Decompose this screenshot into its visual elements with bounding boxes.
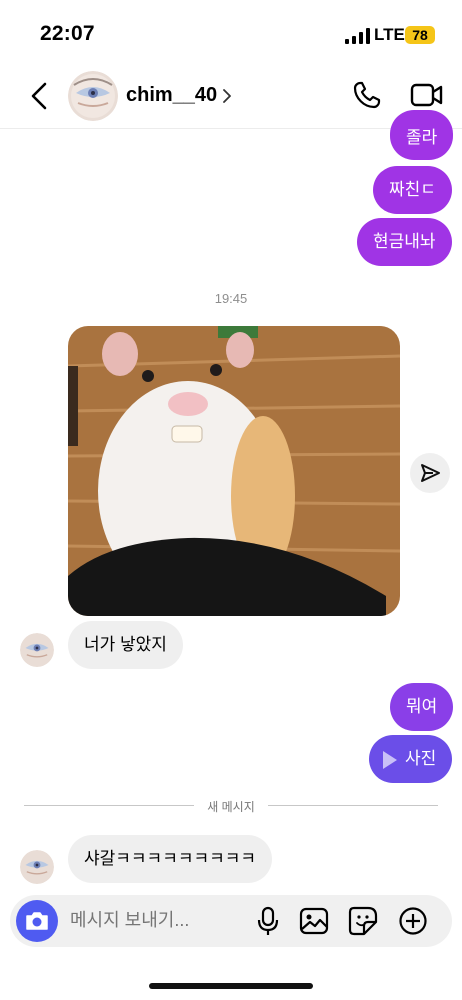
incoming-message[interactable]: 샤갈ㅋㅋㅋㅋㅋㅋㅋㅋㅋ bbox=[68, 835, 273, 883]
microphone-icon[interactable] bbox=[253, 906, 283, 936]
avatar-illustration bbox=[20, 633, 54, 667]
contact-avatar[interactable] bbox=[68, 71, 118, 121]
share-button[interactable] bbox=[410, 453, 450, 493]
phone-icon[interactable] bbox=[352, 80, 382, 110]
sender-avatar[interactable] bbox=[20, 850, 54, 884]
send-icon bbox=[421, 464, 440, 482]
gallery-icon[interactable] bbox=[299, 906, 329, 936]
incoming-message[interactable]: 너가 낳았지 bbox=[68, 621, 183, 669]
video-camera-icon[interactable] bbox=[410, 80, 444, 110]
message-timestamp: 19:45 bbox=[214, 291, 248, 306]
add-icon[interactable] bbox=[398, 906, 428, 936]
message-input[interactable] bbox=[70, 910, 240, 931]
sender-avatar[interactable] bbox=[20, 633, 54, 667]
new-messages-divider: 새 메시지 bbox=[207, 800, 255, 814]
camera-button[interactable] bbox=[16, 900, 58, 942]
contact-username[interactable]: chim__40 bbox=[126, 84, 217, 107]
media-label: 사진 bbox=[405, 749, 437, 768]
outgoing-message[interactable]: 졸라 bbox=[390, 110, 454, 160]
avatar-illustration bbox=[20, 850, 54, 884]
network-type: LTE bbox=[374, 25, 405, 44]
back-chevron-icon[interactable] bbox=[28, 82, 50, 110]
status-time: 22:07 bbox=[40, 22, 95, 45]
guinea-pig-photo bbox=[68, 326, 400, 616]
play-icon bbox=[383, 750, 397, 769]
camera-icon bbox=[26, 912, 48, 930]
chevron-right-icon[interactable] bbox=[221, 89, 233, 103]
home-indicator[interactable] bbox=[149, 983, 313, 989]
outgoing-message[interactable]: 현금내놔 bbox=[357, 218, 452, 266]
outgoing-media-message[interactable]: 사진 bbox=[369, 735, 453, 783]
cellular-signal-icon bbox=[345, 28, 370, 44]
outgoing-message[interactable]: 뭐여 bbox=[390, 683, 454, 731]
sticker-icon[interactable] bbox=[348, 906, 378, 936]
outgoing-message[interactable]: 짜친ㄷ bbox=[373, 166, 452, 214]
photo-message[interactable] bbox=[68, 326, 400, 616]
avatar-illustration bbox=[68, 71, 118, 121]
battery-icon: 78 bbox=[405, 26, 435, 44]
divider-line bbox=[268, 805, 438, 806]
